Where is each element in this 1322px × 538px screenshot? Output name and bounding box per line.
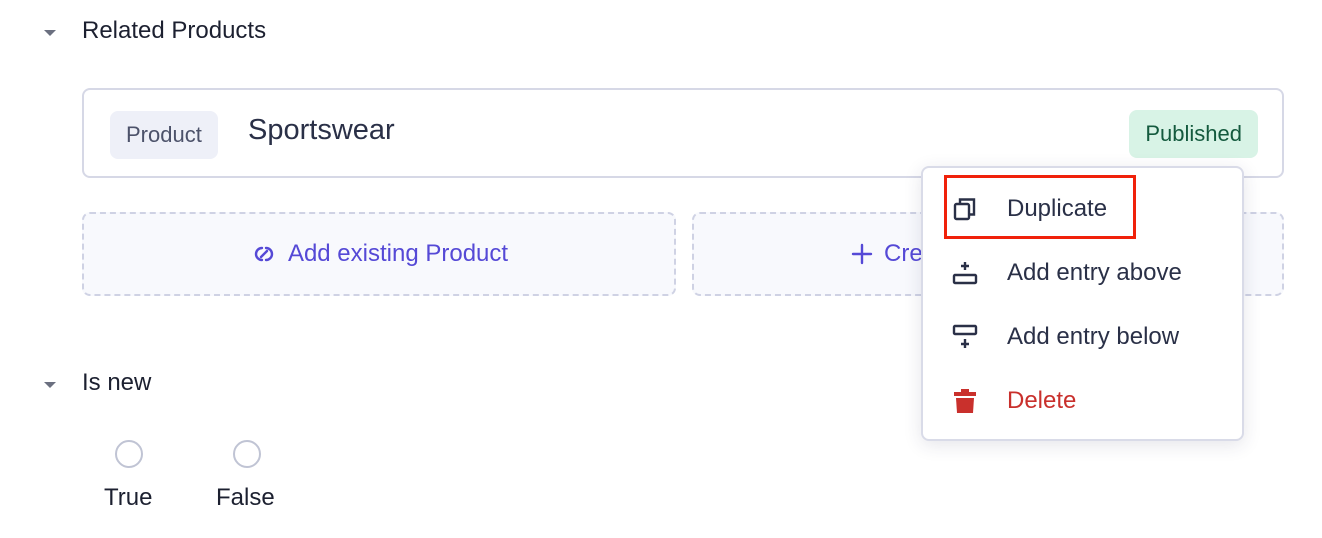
menu-item-delete[interactable]: Delete	[945, 377, 1076, 425]
create-product-label: Cre	[884, 240, 923, 267]
menu-item-label: Add entry below	[1007, 323, 1180, 350]
reference-entry-card[interactable]: Product Sportswear Published	[82, 88, 1284, 178]
radio-option-false[interactable]: False	[216, 440, 275, 512]
collapse-caret-icon[interactable]	[44, 382, 56, 388]
entry-context-menu: Duplicate Add entry above Add entry belo…	[921, 166, 1244, 441]
content-type-badge: Product	[110, 111, 218, 159]
entry-title[interactable]: Sportswear	[248, 114, 395, 147]
menu-item-label: Add entry above	[1007, 259, 1182, 286]
menu-item-add-entry-above[interactable]: Add entry above	[945, 249, 1182, 297]
radio-button[interactable]	[115, 440, 144, 468]
status-badge: Published	[1129, 110, 1258, 158]
menu-item-duplicate[interactable]: Duplicate	[945, 185, 1107, 233]
duplicate-icon	[945, 195, 985, 223]
radio-option-true[interactable]: True	[104, 440, 152, 512]
radio-label: True	[104, 484, 153, 511]
add-entry-above-icon	[945, 259, 985, 287]
add-existing-product-label: Add existing Product	[287, 240, 509, 267]
trash-icon	[945, 387, 985, 415]
menu-item-label: Duplicate	[1007, 195, 1108, 222]
radio-label: False	[216, 484, 275, 511]
section-title: Is new	[82, 369, 152, 396]
add-existing-product-button[interactable]: Add existing Product	[82, 212, 676, 296]
plus-icon	[850, 242, 874, 266]
section-title: Related Products	[82, 17, 267, 44]
radio-button[interactable]	[233, 440, 262, 468]
link-icon	[250, 242, 278, 266]
menu-item-add-entry-below[interactable]: Add entry below	[945, 313, 1179, 361]
collapse-caret-icon[interactable]	[44, 30, 56, 36]
add-entry-below-icon	[945, 323, 985, 351]
menu-item-label: Delete	[1007, 387, 1077, 414]
